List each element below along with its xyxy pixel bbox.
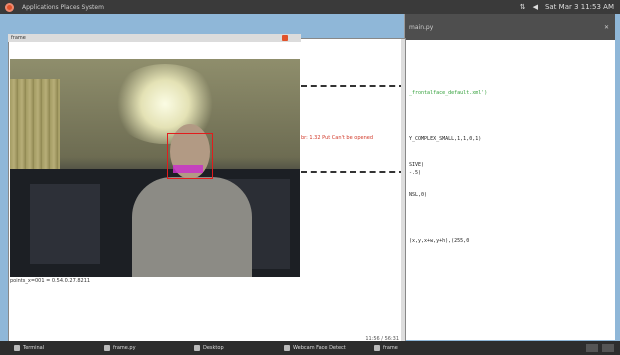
app-menu[interactable]: Applications Places System	[22, 4, 104, 11]
folder-icon	[194, 345, 200, 351]
frame-window-titlebar[interactable]: frame	[8, 34, 301, 42]
person	[132, 177, 252, 277]
ubuntu-logo-icon[interactable]	[5, 2, 14, 12]
editor-title: main.py	[409, 23, 434, 31]
workspace-switcher[interactable]	[602, 344, 614, 352]
taskbar: Terminal frame.py Desktop Webcam Face De…	[0, 341, 620, 355]
code-line: Y_COMPLEX_SMALL,1,1,0,1)	[409, 136, 482, 142]
system-tray: ⇅ ◀ Sat Mar 3 11:53 AM	[520, 3, 614, 11]
curtain	[10, 79, 60, 179]
terminal-icon	[14, 345, 20, 351]
dashed-separator	[301, 85, 405, 87]
webcam-frame	[10, 59, 300, 277]
code-line: NSL,0)	[409, 192, 428, 198]
taskbar-item[interactable]: frame.py	[104, 345, 184, 351]
close-icon[interactable]: ✕	[604, 24, 609, 31]
taskbar-item[interactable]: Webcam Face Detect	[284, 345, 364, 351]
close-icon[interactable]	[282, 35, 288, 41]
code-editor-window: main.py ✕ _frontalface_default.xml') Y_CO…	[404, 14, 615, 340]
taskbar-tray	[586, 344, 614, 352]
taskbar-item[interactable]: Terminal	[14, 345, 94, 351]
window-icon	[284, 345, 290, 351]
error-message: br: 1.32 Put Can't be opened	[301, 135, 373, 141]
network-icon[interactable]: ⇅	[520, 3, 526, 11]
frame-status: points_x=001 = 0.54.0.27.8211	[10, 278, 91, 284]
eye-detection-box	[173, 165, 203, 173]
code-line: -.5)	[409, 170, 422, 176]
code-line: _frontalface_default.xml')	[409, 90, 488, 96]
taskbar-item[interactable]: frame	[374, 345, 454, 351]
file-icon	[104, 345, 110, 351]
sofa	[30, 184, 100, 264]
clock[interactable]: Sat Mar 3 11:53 AM	[545, 3, 614, 11]
top-panel: Applications Places System ⇅ ◀ Sat Mar 3…	[0, 0, 620, 14]
taskbar-item[interactable]: Desktop	[194, 345, 274, 351]
dashed-separator	[301, 171, 405, 173]
code-line: SIVE)	[409, 162, 425, 168]
editor-titlebar: main.py ✕	[405, 14, 615, 40]
terminal-scrollbar[interactable]	[401, 39, 405, 345]
workspace-switcher[interactable]	[586, 344, 598, 352]
code-line: (x,y,x+w,y+h),(255,0	[409, 238, 470, 244]
window-icon	[374, 345, 380, 351]
volume-icon[interactable]: ◀	[533, 3, 538, 11]
